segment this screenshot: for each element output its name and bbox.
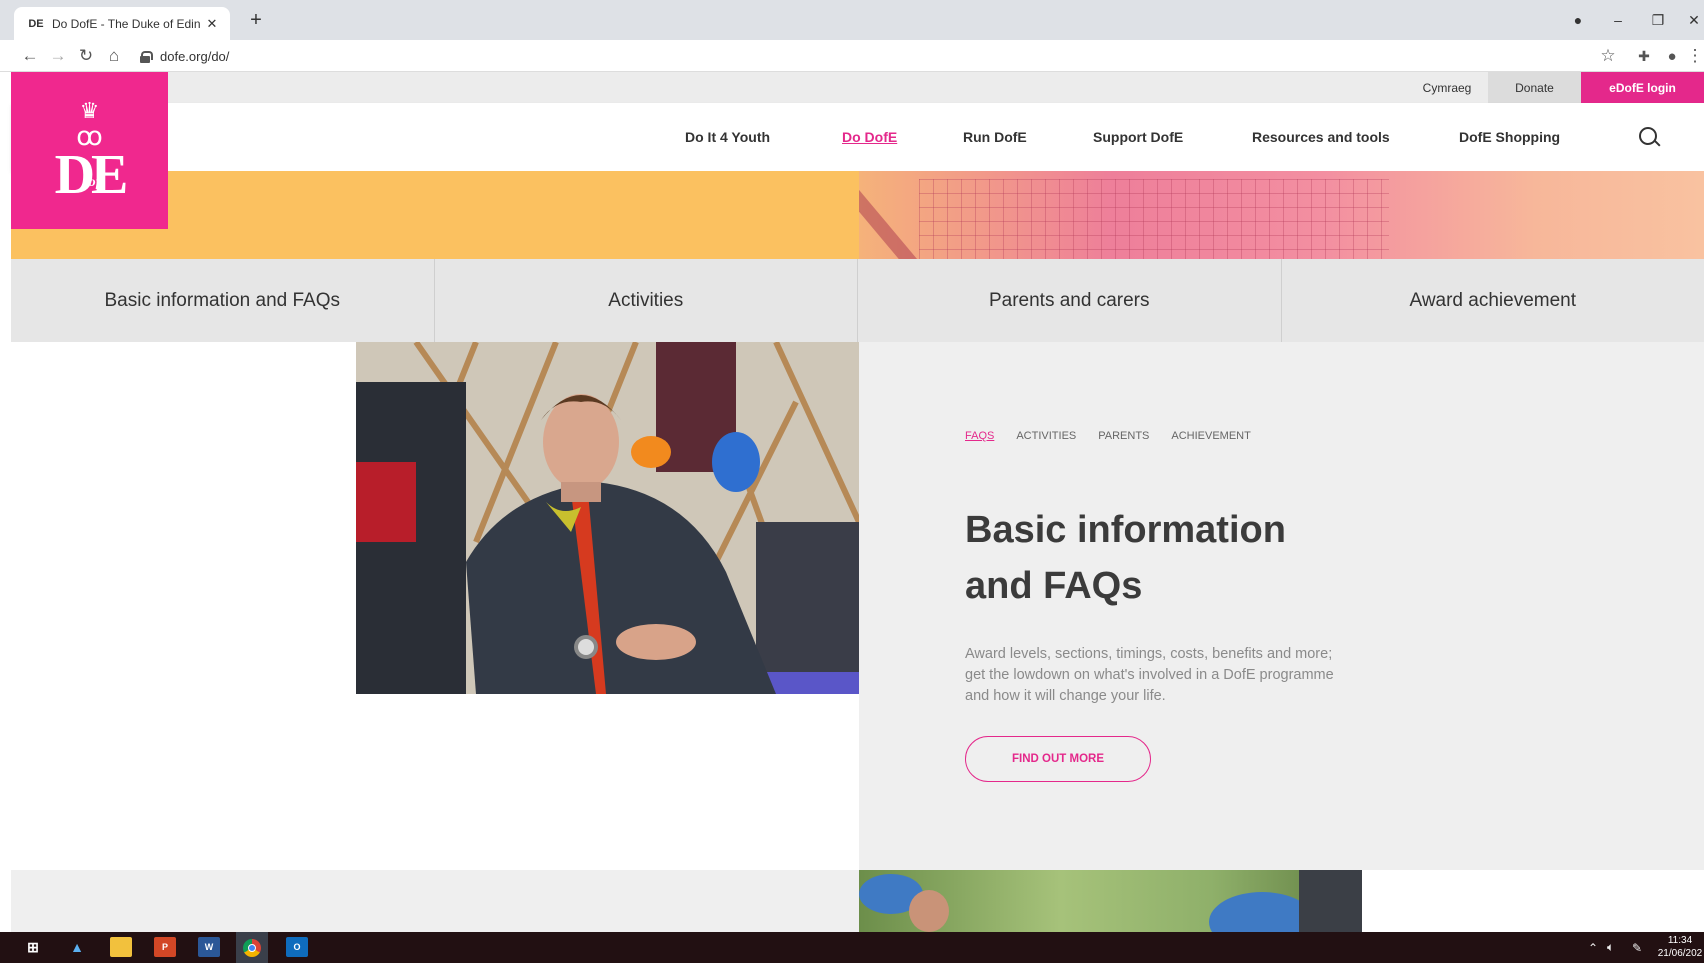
clock-date: 21/06/202 (1657, 948, 1703, 959)
chrome-taskbar-slot[interactable] (236, 932, 268, 963)
nav-support-dofe[interactable]: Support DofE (1093, 103, 1183, 171)
taskbar-clock[interactable]: 11:34 21/06/202 (1656, 934, 1704, 960)
clock-time: 11:34 (1667, 935, 1693, 946)
tab-parents-and-carers[interactable]: Parents and carers (858, 259, 1282, 342)
outlook-icon[interactable]: O (286, 937, 308, 957)
tab-award-achievement[interactable]: Award achievement (1282, 259, 1704, 342)
star-icon[interactable]: ☆ (1596, 44, 1620, 68)
next-panel (11, 870, 859, 932)
section-tabs: Basic information and FAQs Activities Pa… (11, 259, 1704, 342)
tray-chevron-icon[interactable]: ⌃ (1588, 932, 1598, 963)
pen-icon[interactable]: ✎ (1632, 932, 1642, 963)
heading-line-2: and FAQs (965, 565, 1143, 607)
hero-banner-image (859, 171, 1704, 259)
section-heading: Basic information and FAQs (965, 502, 1365, 614)
nav-do-it-4-youth[interactable]: Do It 4 Youth (685, 103, 770, 171)
browser-tab[interactable]: DE Do DofE - The Duke of Edinburgh ✕ (14, 7, 230, 40)
back-icon[interactable]: ← (18, 44, 42, 68)
forward-icon[interactable]: → (46, 44, 70, 68)
page-left-edge (0, 72, 11, 932)
logo-letters: DE of (55, 147, 129, 203)
browser-tab-bar: DE Do DofE - The Duke of Edinburgh ✕ + ●… (0, 0, 1704, 40)
tab-search-icon[interactable]: ● (1564, 6, 1592, 34)
chrome-icon (243, 938, 261, 957)
utility-bar: Cymraeg Donate eDofE login (11, 72, 1704, 103)
dofe-logo[interactable]: ♛ ꝏ DE of (11, 72, 168, 229)
web-page: Cymraeg Donate eDofE login Do It 4 Youth… (0, 72, 1704, 932)
tab-title: Do DofE - The Duke of Edinburgh (52, 16, 200, 31)
task-view-icon[interactable]: ▲ (66, 937, 88, 957)
tab-basic-information[interactable]: Basic information and FAQs (11, 259, 435, 342)
cymraeg-link[interactable]: Cymraeg (1400, 72, 1494, 103)
subnav-achievement[interactable]: ACHIEVEMENT (1171, 430, 1250, 442)
nav-dofe-shopping[interactable]: DofE Shopping (1459, 103, 1560, 171)
screen: { "browser": { "tab_title": "Do DofE - T… (0, 0, 1704, 963)
nav-resources-and-tools[interactable]: Resources and tools (1252, 103, 1390, 171)
participant-photo (356, 342, 859, 694)
extensions-icon[interactable]: ✚ (1632, 44, 1656, 68)
file-explorer-icon[interactable] (110, 937, 132, 957)
close-tab-icon[interactable]: ✕ (204, 16, 220, 32)
nav-do-dofe[interactable]: Do DofE (842, 103, 897, 171)
close-window-icon[interactable]: ✕ (1680, 6, 1704, 34)
content-subnav: FAQS ACTIVITIES PARENTS ACHIEVEMENT (965, 430, 1251, 442)
climbing-photo (859, 870, 1362, 932)
tab-activities[interactable]: Activities (435, 259, 858, 342)
windows-taskbar: ⊞ ▲ P W O ⌃ 🔈︎ ✎ 11:34 21/06/202 (0, 932, 1704, 963)
restore-icon[interactable]: ❐ (1644, 6, 1672, 34)
minimize-icon[interactable]: – (1604, 6, 1632, 34)
volume-icon[interactable]: 🔈︎ (1607, 932, 1614, 963)
donate-link[interactable]: Donate (1488, 72, 1581, 103)
heading-line-1: Basic information (965, 509, 1286, 551)
windows-start-icon[interactable]: ⊞ (22, 937, 44, 957)
url-text: dofe.org/do/ (160, 48, 230, 64)
search-icon[interactable] (1639, 127, 1661, 149)
new-tab-button[interactable]: + (244, 8, 268, 32)
crown-icon: ♛ (79, 97, 100, 123)
participant-photo-art (356, 342, 859, 694)
reload-icon[interactable]: ↻ (74, 44, 98, 68)
home-icon[interactable]: ⌂ (102, 44, 126, 68)
find-out-more-button[interactable]: FIND OUT MORE (965, 736, 1151, 782)
photo-shadow (1299, 870, 1362, 932)
subnav-parents[interactable]: PARENTS (1098, 430, 1149, 442)
subnav-activities[interactable]: ACTIVITIES (1016, 430, 1076, 442)
edofe-login-button[interactable]: eDofE login (1581, 72, 1704, 103)
powerpoint-icon[interactable]: P (154, 937, 176, 957)
word-icon[interactable]: W (198, 937, 220, 957)
dofe-favicon-icon: DE (28, 17, 44, 30)
menu-icon[interactable]: ⋮ (1687, 44, 1704, 68)
nav-run-dofe[interactable]: Run DofE (963, 103, 1027, 171)
address-bar[interactable]: dofe.org/do/ (140, 44, 229, 68)
lock-icon (140, 50, 153, 63)
section-description: Award levels, sections, timings, costs, … (965, 646, 1334, 704)
browser-toolbar: ← → ↻ ⌂ dofe.org/do/ ☆ ✚ ● ⋮ (0, 40, 1704, 72)
face-shape (909, 890, 949, 932)
hero-image-pole (859, 171, 927, 259)
hero-image-net (919, 179, 1389, 259)
subnav-faqs[interactable]: FAQS (965, 430, 994, 442)
profile-icon[interactable]: ● (1660, 44, 1684, 68)
main-navigation: Do It 4 Youth Do DofE Run DofE Support D… (11, 103, 1704, 171)
logo-of: of (88, 174, 101, 190)
